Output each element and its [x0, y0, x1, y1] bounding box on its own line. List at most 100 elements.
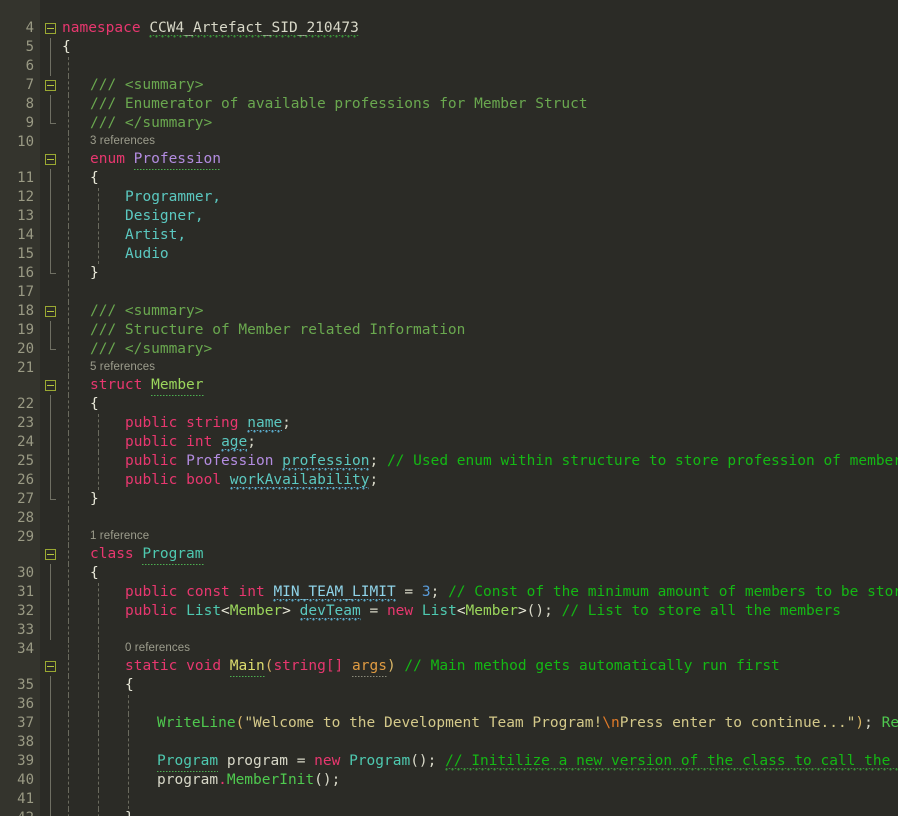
code-text: {: [125, 676, 134, 695]
fold-connector: [50, 564, 51, 583]
indent-guide: [98, 433, 99, 452]
fold-toggle-main-icon[interactable]: [45, 661, 56, 672]
code-line[interactable]: 22 struct Member: [0, 376, 898, 412]
codelens-row[interactable]: 1 reference: [0, 528, 898, 545]
code-line[interactable]: 14 Designer,: [0, 207, 898, 243]
code-line[interactable]: 37: [0, 695, 898, 731]
fold-connector: [50, 714, 51, 733]
code-line[interactable]: 20 /// Structure of Member related Infor…: [0, 321, 898, 357]
code-line[interactable]: 21 /// </summary>: [0, 340, 898, 376]
code-line[interactable]: 12 {: [0, 169, 898, 205]
code-line[interactable]: 34: [0, 621, 898, 657]
indent-guide: [128, 695, 129, 714]
indent-guide: [68, 695, 69, 714]
code-line[interactable]: 6 {: [0, 38, 898, 74]
fold-toggle-namespace-icon[interactable]: [45, 23, 56, 34]
code-line[interactable]: 19 /// <summary>: [0, 302, 898, 338]
code-line[interactable]: 26 public Profession profession; // Used…: [0, 452, 898, 488]
code-line[interactable]: 38 WriteLine("Welcome to the Development…: [0, 714, 898, 750]
codelens-row[interactable]: 3 references: [0, 133, 898, 150]
indent-guide: [68, 433, 69, 452]
indent-guide: [68, 528, 69, 545]
fold-connector-end: [50, 273, 56, 274]
code-line[interactable]: 27 public bool workAvailability;: [0, 471, 898, 507]
fold-toggle-enum-icon[interactable]: [45, 154, 56, 165]
code-line[interactable]: 40 Program program = new Program(); // I…: [0, 752, 898, 788]
keyword-void: void: [186, 658, 222, 674]
codelens-references[interactable]: 5 references: [90, 359, 155, 376]
indent-guide: [68, 509, 69, 528]
indent-guide: [68, 771, 69, 790]
codelens-references[interactable]: 1 reference: [90, 528, 149, 545]
code-line[interactable]: 13 Programmer,: [0, 188, 898, 224]
fold-toggle-struct-doc-icon[interactable]: [45, 306, 56, 317]
code-line[interactable]: 41 program.MemberInit();: [0, 771, 898, 807]
code-line[interactable]: 30 class Program: [0, 545, 898, 581]
indent-guide: [68, 657, 69, 676]
code-line[interactable]: 8 /// <summary>: [0, 76, 898, 112]
code-line[interactable]: 39: [0, 733, 898, 769]
codelens-references[interactable]: 0 references: [125, 640, 190, 657]
code-line[interactable]: 28 }: [0, 490, 898, 526]
code-line[interactable]: 16 Audio: [0, 245, 898, 281]
code-line[interactable]: 43 }: [0, 809, 898, 816]
fold-connector: [50, 57, 51, 76]
fold-toggle-enum-doc-icon[interactable]: [45, 80, 56, 91]
method-writeline: WriteLine: [157, 715, 236, 731]
brace: }: [90, 265, 99, 281]
indent-guide: [68, 640, 69, 657]
code-text: public Profession profession; // Used en…: [125, 452, 898, 471]
doc-comment: /// <summary>: [90, 303, 204, 319]
code-line[interactable]: 4: [0, 0, 898, 36]
inline-comment: // List to store all the members: [561, 603, 841, 619]
codelens-row[interactable]: 0 references: [0, 640, 898, 657]
fold-connector: [50, 771, 51, 790]
indent-guide: [68, 114, 69, 133]
indent-guide: [68, 733, 69, 752]
code-text: /// <summary>: [90, 76, 204, 95]
code-line[interactable]: 5 namespace CCW4_Artefact_SID_210473: [0, 19, 898, 55]
method-main: Main: [229, 658, 265, 677]
code-line[interactable]: 42: [0, 790, 898, 816]
indent-guide: [68, 545, 69, 564]
code-line[interactable]: 15 Artist,: [0, 226, 898, 262]
code-text: struct Member: [90, 376, 204, 396]
code-line[interactable]: 23 {: [0, 395, 898, 431]
code-text: namespace CCW4_Artefact_SID_210473: [62, 19, 359, 38]
generic-arg-member: Member: [465, 603, 518, 619]
code-line[interactable]: 33 public List<Member> devTeam = new Lis…: [0, 602, 898, 638]
code-line[interactable]: 18: [0, 283, 898, 319]
keyword-const: const: [186, 584, 230, 600]
code-editor[interactable]: 4 5 namespace CCW4_Artefact_SID_210473 6…: [0, 0, 898, 816]
code-line[interactable]: 32 public const int MIN_TEAM_LIMIT = 3; …: [0, 583, 898, 619]
code-line[interactable]: 29: [0, 509, 898, 545]
doc-comment: /// Structure of Member related Informat…: [90, 322, 466, 338]
code-line[interactable]: 7: [0, 57, 898, 93]
enum-member: Artist,: [125, 227, 187, 243]
indent-guide: [68, 245, 69, 264]
fold-connector: [50, 226, 51, 245]
code-line[interactable]: 36 {: [0, 676, 898, 712]
code-line[interactable]: 9 /// Enumerator of available profession…: [0, 95, 898, 131]
keyword-new: new: [386, 603, 414, 619]
code-line[interactable]: 35 static void Main(string[] args) // Ma…: [0, 657, 898, 693]
inline-comment: // Used enum within structure to store p…: [386, 453, 898, 469]
fold-toggle-struct-icon[interactable]: [45, 380, 56, 391]
codelens-references[interactable]: 3 references: [90, 133, 155, 150]
code-line[interactable]: 25 public int age;: [0, 433, 898, 469]
code-line[interactable]: 24 public string name;: [0, 414, 898, 450]
fold-toggle-class-icon[interactable]: [45, 549, 56, 560]
code-line[interactable]: 10 /// </summary>: [0, 114, 898, 150]
semicolon: ;: [864, 715, 873, 731]
indent-guide: [98, 188, 99, 207]
code-line[interactable]: 11 enum Profession: [0, 150, 898, 186]
fold-connector: [50, 188, 51, 207]
fold-connector: [50, 414, 51, 433]
brace: {: [125, 677, 134, 693]
keyword-string: string: [186, 415, 239, 431]
codelens-row[interactable]: 5 references: [0, 359, 898, 376]
operator-dot: .: [218, 772, 227, 788]
code-line[interactable]: 31 {: [0, 564, 898, 600]
code-text: }: [125, 809, 134, 816]
code-line[interactable]: 17 }: [0, 264, 898, 300]
